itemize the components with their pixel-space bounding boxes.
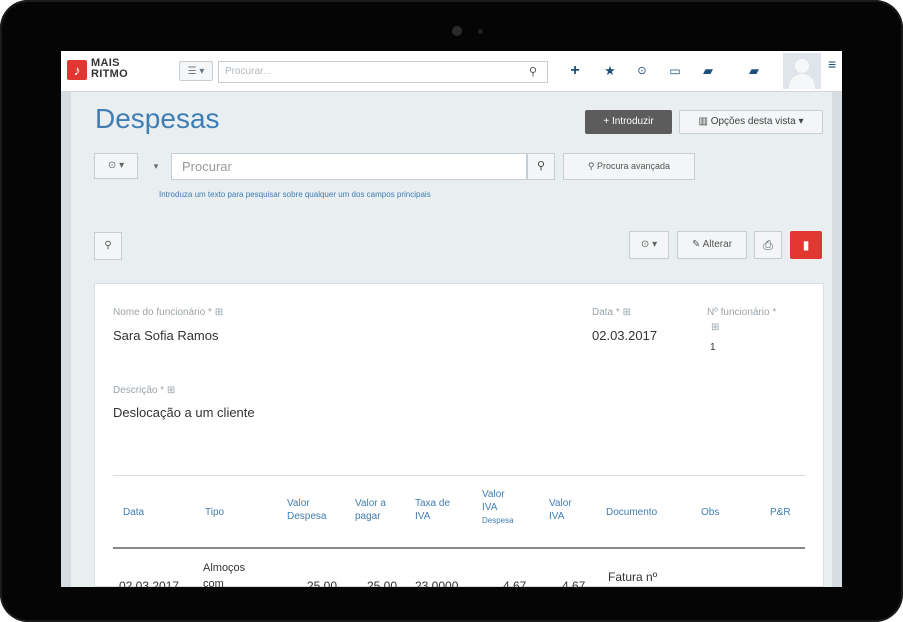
introduzir-label: Introduzir bbox=[611, 116, 654, 127]
th-valor-iva-despesa-line1: Valor bbox=[482, 489, 505, 500]
nome-value: Sara Sofia Ramos bbox=[113, 328, 219, 343]
td-tipo-line1: Almoços bbox=[203, 562, 246, 574]
th-pa[interactable]: P&R bbox=[770, 506, 791, 519]
print-icon[interactable]: ⎙ bbox=[754, 231, 782, 259]
plus-icon: + bbox=[603, 116, 612, 127]
app-screen: ♪ MAIS RITMO ☰ ▾ Procurar... ⚲ + ★ ⊙ ▭ ▰… bbox=[61, 51, 842, 587]
td-valor-pagar: 25,00 bbox=[367, 579, 398, 587]
alterar-button[interactable]: ✎ Alterar bbox=[677, 231, 747, 259]
td-valor-iva-despesa: 4,67 bbox=[503, 579, 527, 587]
edit-icon: ✎ bbox=[691, 239, 703, 250]
sensor-dot bbox=[478, 29, 483, 34]
filter-dropdown-button[interactable]: ⊙ ▾ bbox=[94, 153, 138, 179]
th-data[interactable]: Data bbox=[123, 506, 144, 519]
advanced-search-button[interactable]: ⚲ Procura avançada bbox=[563, 153, 695, 180]
advanced-search-icon: ⚲ bbox=[587, 161, 598, 171]
th-documento[interactable]: Documento bbox=[606, 506, 657, 519]
th-valor-iva-despesa-line2: IVA bbox=[482, 502, 498, 513]
table-header-divider bbox=[113, 547, 805, 549]
data-value: 02.03.2017 bbox=[592, 328, 658, 343]
camera-dot bbox=[452, 26, 462, 36]
td-tipo-line2: com bbox=[203, 578, 224, 587]
num-funcionario-value: 1 bbox=[710, 342, 716, 353]
divider bbox=[113, 475, 805, 476]
columns-icon: ▥ bbox=[698, 116, 711, 127]
td-data: 02.03.2017 bbox=[119, 579, 180, 587]
search-hint: Introduza um texto para pesquisar sobre … bbox=[159, 190, 431, 199]
logo-text[interactable]: MAIS RITMO bbox=[91, 58, 128, 80]
avatar[interactable] bbox=[783, 53, 821, 89]
plus-icon[interactable]: + bbox=[566, 62, 584, 80]
descricao-value: Deslocação a um cliente bbox=[113, 405, 255, 420]
tablet-frame: ♪ MAIS RITMO ☰ ▾ Procurar... ⚲ + ★ ⊙ ▭ ▰… bbox=[0, 0, 903, 622]
chat-icon[interactable]: ▰ bbox=[699, 62, 717, 80]
th-taxa-iva[interactable]: Taxa de IVA bbox=[415, 497, 461, 523]
comment-icon[interactable]: ▰ bbox=[745, 62, 763, 80]
hamburger-icon[interactable]: ≡ bbox=[828, 57, 840, 71]
th-valor-iva[interactable]: Valor IVA bbox=[549, 497, 581, 523]
history-dropdown-button[interactable]: ⊙ ▾ bbox=[629, 231, 669, 259]
search-icon[interactable]: ⚲ bbox=[527, 153, 555, 180]
top-search-icon[interactable]: ⚲ bbox=[518, 61, 548, 83]
calendar-icon[interactable]: ▭ bbox=[666, 62, 684, 80]
clock-icon[interactable]: ⊙ bbox=[633, 62, 651, 80]
record-card: Nome do funcionário * ⊞ Sara Sofia Ramos… bbox=[94, 283, 824, 587]
td-taxa-iva: 23,0000 bbox=[415, 579, 459, 587]
th-tipo[interactable]: Tipo bbox=[205, 506, 224, 519]
introduzir-button[interactable]: + Introduzir bbox=[585, 110, 672, 134]
logo-icon[interactable]: ♪ bbox=[67, 60, 87, 80]
th-valor-pagar[interactable]: Valor a pagar bbox=[355, 497, 399, 523]
menu-dropdown-button[interactable]: ☰ ▾ bbox=[179, 61, 213, 81]
page-title: Despesas bbox=[95, 103, 220, 134]
td-valor-despesa: 25,00 bbox=[307, 579, 338, 587]
td-valor-iva: 4,67 bbox=[562, 579, 586, 587]
opcoes-label: Opções desta vista ▾ bbox=[710, 116, 804, 127]
th-obs[interactable]: Obs bbox=[701, 506, 719, 519]
chevron-down-icon[interactable]: ▾ bbox=[143, 153, 169, 179]
num-funcionario-label: Nº funcionário * bbox=[707, 307, 777, 318]
grid-icon: ⊞ bbox=[711, 322, 720, 333]
td-documento: Fatura nº bbox=[608, 570, 658, 584]
zoom-icon[interactable]: ⚲ bbox=[94, 232, 122, 260]
star-icon[interactable]: ★ bbox=[601, 62, 619, 80]
logo-line-2: RITMO bbox=[91, 68, 128, 80]
data-label: Data * ⊞ bbox=[592, 307, 631, 318]
descricao-label: Descrição * ⊞ bbox=[113, 385, 176, 396]
alterar-label: Alterar bbox=[702, 239, 733, 250]
delete-icon[interactable]: ▮ bbox=[790, 231, 822, 259]
top-navbar: ♪ MAIS RITMO ☰ ▾ Procurar... ⚲ + ★ ⊙ ▭ ▰… bbox=[61, 51, 842, 92]
advanced-search-label: Procura avançada bbox=[597, 161, 671, 171]
top-search-input[interactable]: Procurar... bbox=[218, 61, 548, 83]
th-valor-iva-despesa-line3: Despesa bbox=[482, 516, 514, 525]
th-valor-despesa[interactable]: Valor Despesa bbox=[287, 497, 335, 523]
opcoes-vista-button[interactable]: ▥ Opções desta vista ▾ bbox=[679, 110, 823, 134]
search-input[interactable]: Procurar bbox=[171, 153, 527, 180]
th-valor-iva-despesa[interactable]: Valor IVA Despesa bbox=[482, 488, 522, 527]
nome-label: Nome do funcionário * ⊞ bbox=[113, 307, 224, 318]
